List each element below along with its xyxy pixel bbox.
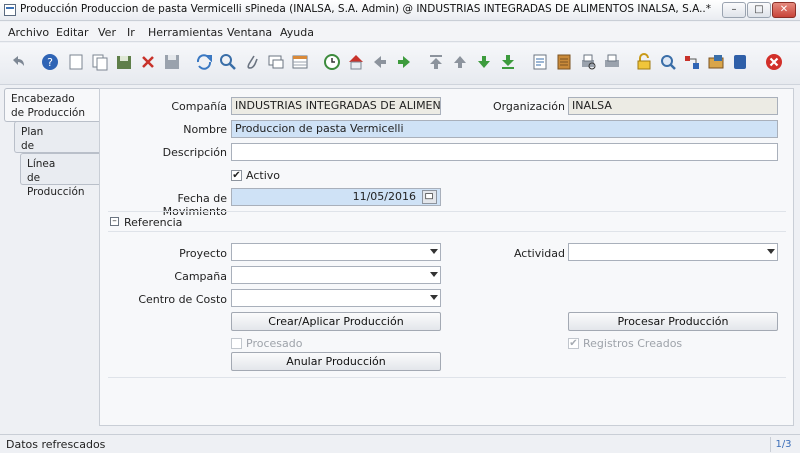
- window-title: Producción Produccion de pasta Vermicell…: [20, 3, 715, 15]
- status-bar: Datos refrescados 1/3: [0, 434, 800, 453]
- company-field[interactable]: INDUSTRIAS INTEGRADAS DE ALIMENTOS: [231, 97, 441, 115]
- organization-label: Organización: [492, 100, 565, 113]
- help-icon[interactable]: ?: [40, 52, 60, 72]
- lock-icon[interactable]: [634, 52, 654, 72]
- refresh-icon[interactable]: [194, 52, 214, 72]
- product-info-icon[interactable]: [706, 52, 726, 72]
- reference-section-title: Referencia: [124, 216, 183, 229]
- home-icon[interactable]: [346, 52, 366, 72]
- project-label: Proyecto: [179, 247, 227, 260]
- processed-label: Procesado: [246, 337, 303, 350]
- previous-icon[interactable]: [370, 52, 390, 72]
- up-icon[interactable]: [450, 52, 470, 72]
- menu-ayuda[interactable]: Ayuda: [280, 26, 314, 39]
- menu-herramientas[interactable]: Herramientas: [148, 26, 223, 39]
- side-tabs: Encabezado de Producción Plan de Producc…: [0, 86, 100, 426]
- undo-icon[interactable]: [8, 52, 28, 72]
- divider: [108, 377, 786, 378]
- calendar-icon[interactable]: [422, 190, 437, 204]
- archive-icon[interactable]: [554, 52, 574, 72]
- exit-icon[interactable]: [764, 52, 784, 72]
- menu-ir[interactable]: Ir: [127, 26, 135, 39]
- first-icon[interactable]: [426, 52, 446, 72]
- create-apply-production-button[interactable]: Crear/Aplicar Producción: [231, 312, 441, 331]
- campaign-label: Campaña: [174, 270, 227, 283]
- close-button[interactable]: ✕: [772, 2, 796, 18]
- menu-editar[interactable]: Editar: [56, 26, 89, 39]
- activity-combo[interactable]: [568, 243, 778, 261]
- menu-ventana[interactable]: Ventana: [227, 26, 272, 39]
- next-icon[interactable]: [394, 52, 414, 72]
- save-icon[interactable]: [162, 52, 182, 72]
- tab-linea-produccion[interactable]: Línea de Producción: [20, 153, 100, 198]
- active-checkbox[interactable]: ✔: [231, 170, 242, 181]
- print-icon[interactable]: [602, 52, 622, 72]
- delete-icon[interactable]: [138, 52, 158, 72]
- description-label: Descripción: [162, 146, 227, 159]
- print-preview-icon[interactable]: [578, 52, 598, 72]
- name-field[interactable]: Produccion de pasta Vermicelli: [231, 120, 778, 138]
- record-counter[interactable]: 1/3: [770, 437, 796, 452]
- zoom-across-icon[interactable]: [658, 52, 678, 72]
- records-created-checkbox[interactable]: ✔: [568, 338, 579, 349]
- svg-text:?: ?: [47, 56, 53, 69]
- organization-field[interactable]: INALSA: [568, 97, 778, 115]
- activity-label: Actividad: [513, 247, 565, 260]
- divider: [108, 231, 786, 232]
- chevron-down-icon: [430, 272, 438, 277]
- name-label: Nombre: [183, 123, 227, 136]
- void-production-button[interactable]: Anular Producción: [231, 352, 441, 371]
- attachment-icon[interactable]: [242, 52, 262, 72]
- description-field[interactable]: [231, 143, 778, 161]
- records-created-label: Registros Creados: [583, 337, 683, 350]
- status-message: Datos refrescados: [6, 438, 106, 451]
- menu-ver[interactable]: Ver: [98, 26, 116, 39]
- company-label: Compañía: [171, 100, 227, 113]
- process-production-button[interactable]: Procesar Producción: [568, 312, 778, 331]
- move-date-field[interactable]: 11/05/2016: [231, 188, 441, 206]
- collapse-icon[interactable]: –: [110, 217, 119, 226]
- title-bar: Producción Produccion de pasta Vermicell…: [0, 0, 800, 21]
- menu-bar: Archivo Editar Ver Ir Herramientas Venta…: [0, 22, 800, 42]
- history-icon[interactable]: [322, 52, 342, 72]
- chevron-down-icon: [767, 249, 775, 254]
- tab-plan-produccion[interactable]: Plan de Producción: [14, 121, 100, 166]
- cost-center-label: Centro de Costo: [138, 293, 227, 306]
- find-icon[interactable]: [218, 52, 238, 72]
- new-record-icon[interactable]: [66, 52, 86, 72]
- copy-record-icon[interactable]: [90, 52, 110, 72]
- chevron-down-icon: [430, 249, 438, 254]
- record-panel: Compañía INDUSTRIAS INTEGRADAS DE ALIMEN…: [99, 88, 794, 426]
- last-icon[interactable]: [498, 52, 518, 72]
- chat-icon[interactable]: [266, 52, 286, 72]
- request-icon[interactable]: [682, 52, 702, 72]
- move-date-label: Fecha de Movimiento: [162, 192, 227, 218]
- down-icon[interactable]: [474, 52, 494, 72]
- grid-toggle-icon[interactable]: [290, 52, 310, 72]
- tab-encabezado-produccion[interactable]: Encabezado de Producción: [4, 88, 100, 122]
- processed-checkbox[interactable]: [231, 338, 242, 349]
- project-combo[interactable]: [231, 243, 441, 261]
- menu-archivo[interactable]: Archivo: [8, 26, 49, 39]
- app-icon: [4, 4, 16, 16]
- save-new-icon[interactable]: [114, 52, 134, 72]
- campaign-combo[interactable]: [231, 266, 441, 284]
- minimize-button[interactable]: –: [722, 2, 746, 18]
- toolbar: ?: [0, 43, 800, 85]
- active-label: Activo: [246, 169, 280, 182]
- divider: [108, 211, 786, 212]
- cost-center-combo[interactable]: [231, 289, 441, 307]
- maximize-button[interactable]: □: [747, 2, 771, 18]
- close-window-icon[interactable]: [730, 52, 750, 72]
- report-icon[interactable]: [530, 52, 550, 72]
- chevron-down-icon: [430, 295, 438, 300]
